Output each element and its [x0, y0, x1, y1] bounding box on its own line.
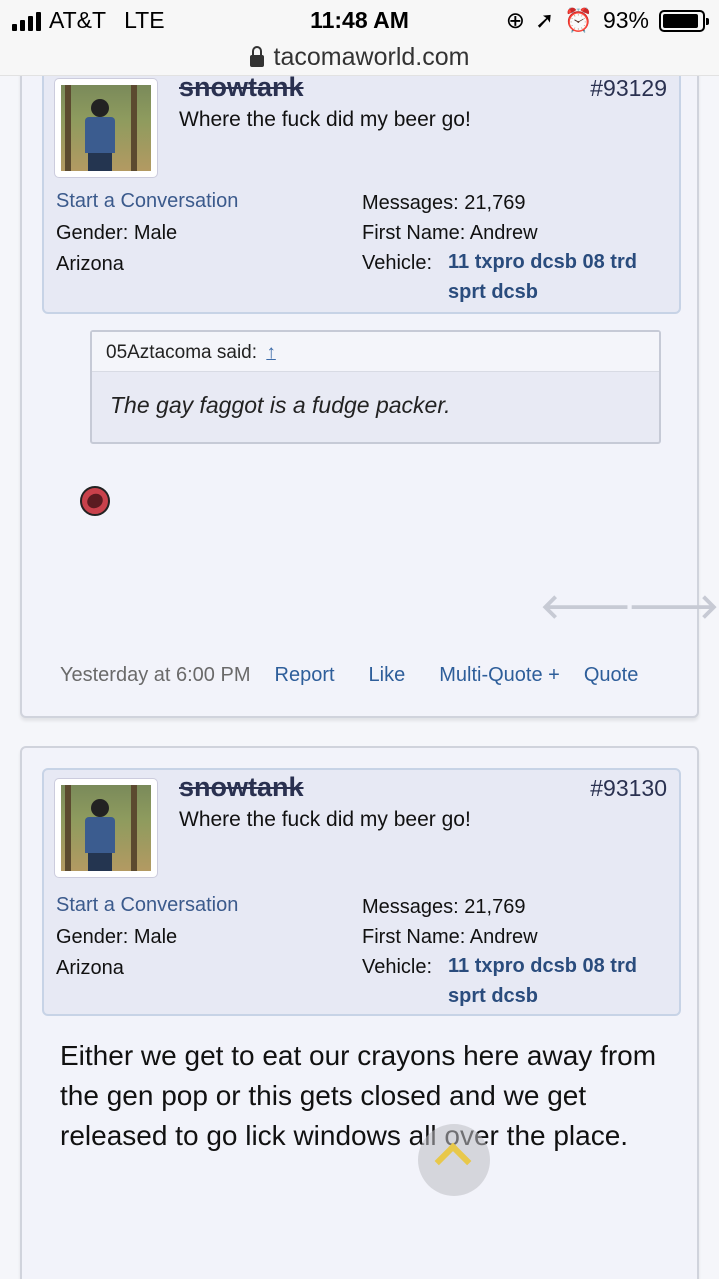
location-icon: ➚: [535, 7, 555, 33]
post-footer: Yesterday at 6:00 PM Report Like Multi-Q…: [60, 664, 638, 687]
user-info-box: snowtank Where the fuck did my beer go! …: [42, 768, 681, 1016]
gender-label: Gender:: [56, 926, 129, 948]
vehicle-line-2: sprt dcsb: [448, 281, 539, 303]
post: snowtank Where the fuck did my beer go! …: [20, 76, 719, 718]
scroll-to-top-button[interactable]: [418, 1124, 490, 1196]
messages-label: Messages:: [362, 896, 459, 918]
vehicle-label: Vehicle:: [362, 956, 433, 978]
battery-icon: [659, 9, 709, 32]
rotation-lock-icon: ⊕: [505, 7, 526, 33]
first-name-value: Andrew: [469, 222, 538, 244]
vehicle-line-1: 11 txpro dcsb 08 trd: [448, 251, 637, 273]
gender-value: Male: [133, 222, 178, 244]
battery-percent: 93%: [602, 7, 649, 33]
quote-source-link[interactable]: ↑: [266, 342, 276, 363]
first-name-field: First Name: Andrew: [362, 926, 538, 949]
report-link[interactable]: Report: [275, 664, 335, 687]
post-number[interactable]: #93129: [590, 76, 667, 102]
avatar[interactable]: [54, 78, 158, 178]
vehicle-label: Vehicle:: [362, 252, 433, 274]
messages-value: 21,769: [464, 896, 526, 918]
alarm-icon: ⏰: [564, 7, 593, 33]
username[interactable]: snowtank: [179, 76, 304, 103]
gender-field: Gender: Male: [56, 926, 177, 949]
quote-header: 05Aztacoma said: ↑: [92, 332, 659, 372]
quote-link[interactable]: Quote: [584, 664, 638, 687]
next-post-arrow-icon[interactable]: 🡒: [628, 586, 719, 627]
like-link[interactable]: Like: [369, 664, 406, 687]
url-text[interactable]: tacomaworld.com: [274, 43, 470, 72]
location-value: Arizona: [56, 253, 124, 275]
first-name-field: First Name: Andrew: [362, 222, 538, 245]
previous-post-arrow-icon[interactable]: 🡐: [540, 586, 631, 627]
messages-field: Messages: 21,769: [362, 192, 525, 215]
messages-label: Messages:: [362, 192, 459, 214]
post-message: Either we get to eat our crayons here aw…: [60, 1040, 657, 1151]
vehicle-line-1: 11 txpro dcsb 08 trd: [448, 955, 637, 977]
messages-field: Messages: 21,769: [362, 896, 525, 919]
status-icons: ⊕ ➚ ⏰ 93%: [505, 7, 709, 34]
start-conversation-link[interactable]: Start a Conversation: [56, 894, 238, 917]
address-bar[interactable]: tacomaworld.com: [0, 40, 719, 76]
first-name-label: First Name:: [362, 222, 466, 244]
messages-value: 21,769: [464, 192, 526, 214]
gender-field: Gender: Male: [56, 222, 177, 245]
chevron-up-icon: [434, 1142, 472, 1180]
lock-icon: [249, 45, 264, 67]
first-name-label: First Name:: [362, 926, 466, 948]
gender-value: Male: [133, 926, 178, 948]
start-conversation-link[interactable]: Start a Conversation: [56, 190, 238, 213]
status-bar: AT&T LTE 11:48 AM ⊕ ➚ ⏰ 93%: [0, 0, 719, 40]
quote-block: 05Aztacoma said: ↑ The gay faggot is a f…: [90, 330, 661, 444]
post: snowtank Where the fuck did my beer go! …: [20, 746, 699, 1279]
user-info-box: snowtank Where the fuck did my beer go! …: [42, 76, 681, 314]
post-date[interactable]: Yesterday at 6:00 PM: [60, 664, 251, 687]
location-value: Arizona: [56, 957, 124, 979]
username[interactable]: snowtank: [179, 772, 304, 803]
avatar[interactable]: [54, 778, 158, 878]
quote-author: 05Aztacoma said:: [106, 342, 258, 363]
multi-quote-link[interactable]: Multi-Quote +: [439, 664, 560, 687]
gender-label: Gender:: [56, 222, 129, 244]
quote-text: The gay faggot is a fudge packer.: [110, 392, 451, 418]
user-title: Where the fuck did my beer go!: [179, 108, 471, 131]
page-content[interactable]: snowtank Where the fuck did my beer go! …: [0, 76, 719, 1279]
first-name-value: Andrew: [469, 926, 538, 948]
user-title: Where the fuck did my beer go!: [179, 808, 471, 831]
smiley-icon: [80, 486, 110, 516]
vehicle-line-2: sprt dcsb: [448, 985, 539, 1007]
post-number[interactable]: #93130: [590, 775, 667, 802]
